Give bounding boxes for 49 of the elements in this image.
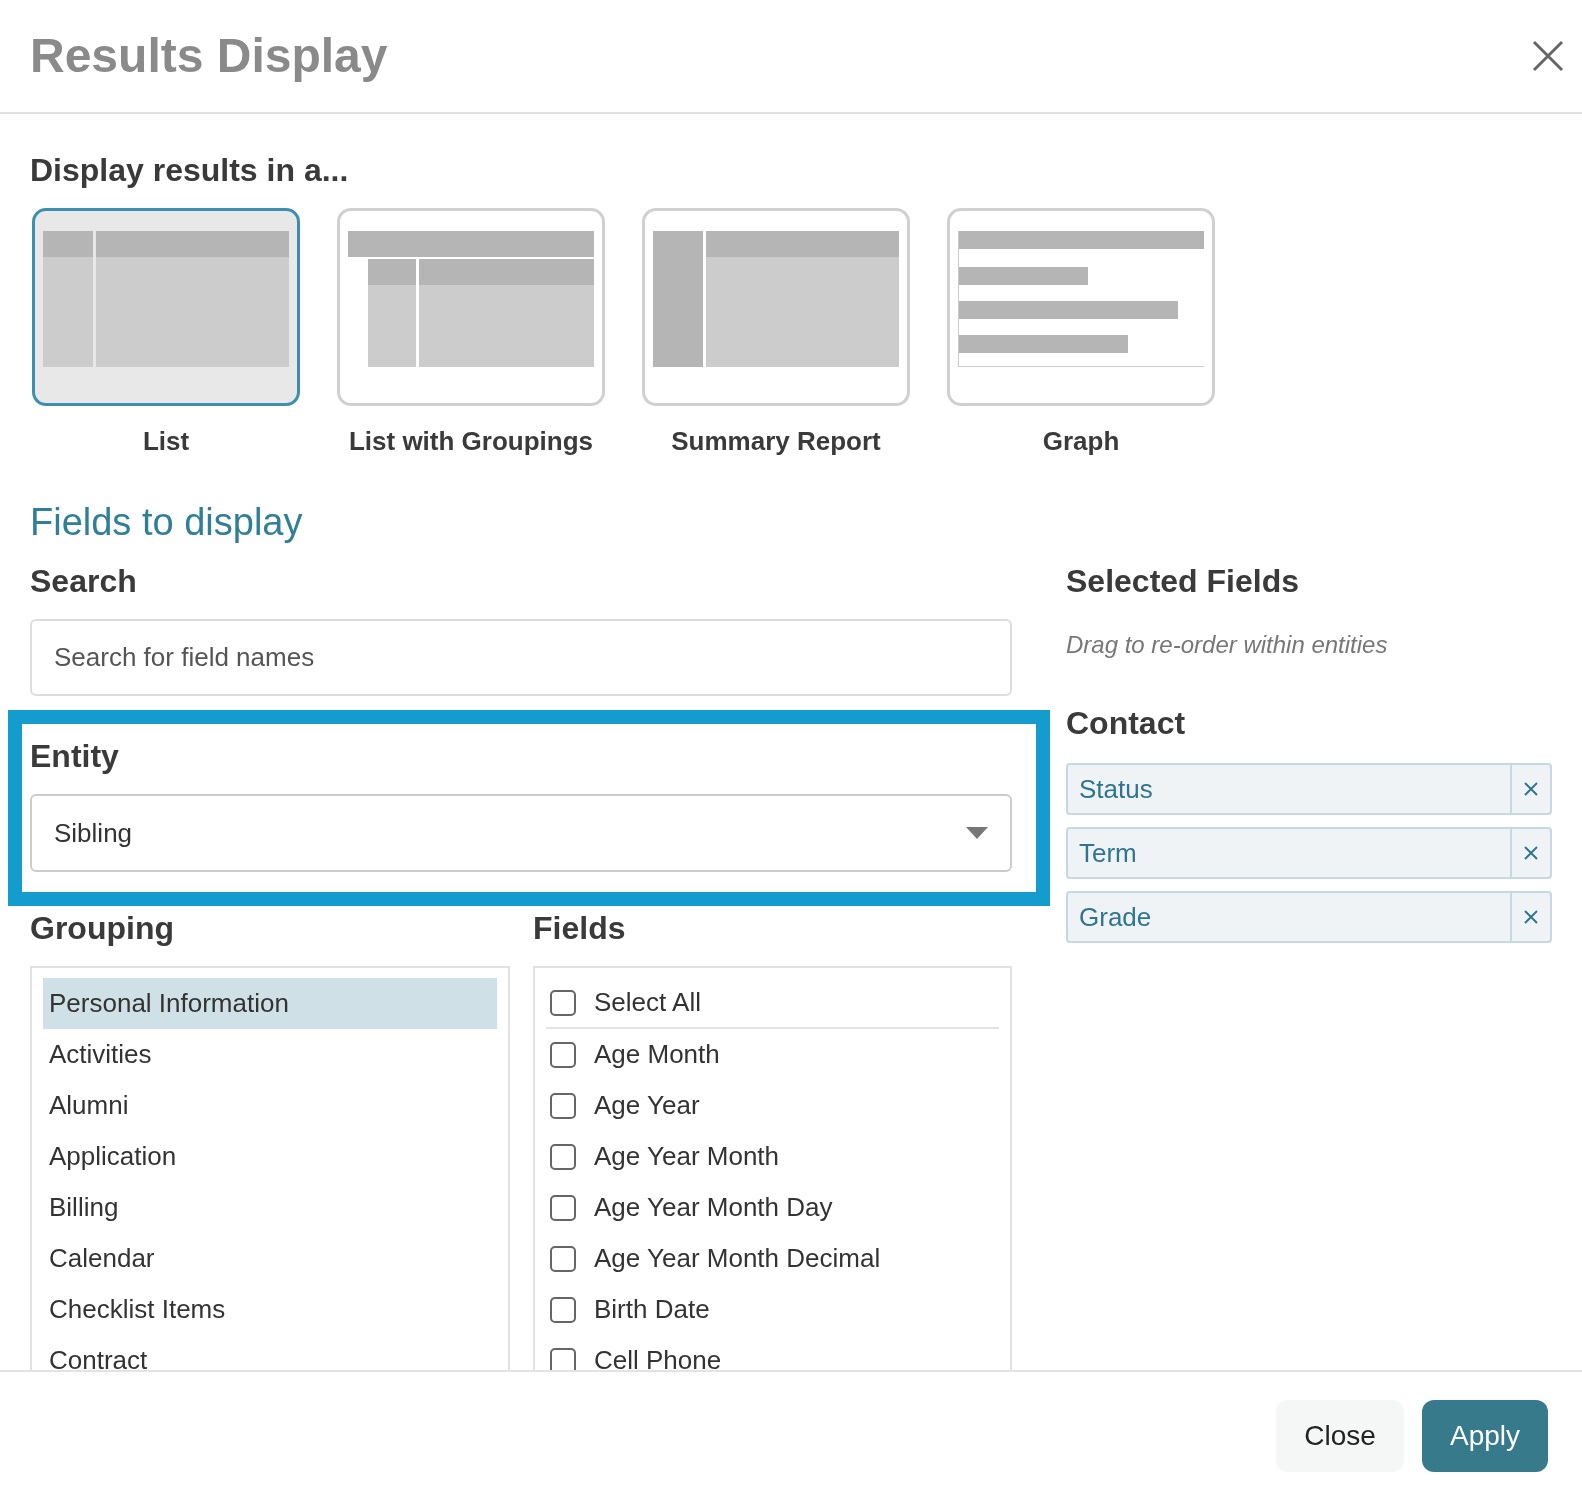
- selected-field-chip[interactable]: Term: [1066, 827, 1552, 879]
- chip-label: Status: [1078, 772, 1154, 806]
- section-heading: Fields to display: [30, 500, 304, 545]
- grouping-item[interactable]: Billing: [43, 1182, 497, 1233]
- layout-option[interactable]: List: [32, 208, 300, 461]
- checkbox-label: Cell Phone: [594, 1344, 722, 1370]
- dialog-title: Results Display: [30, 28, 388, 84]
- checkbox[interactable]: [550, 989, 576, 1016]
- entity-dropdown[interactable]: Sibling: [30, 794, 1012, 872]
- layout-option[interactable]: List with Groupings: [337, 208, 605, 461]
- grouping-item[interactable]: Alumni: [43, 1080, 497, 1131]
- grouping-item[interactable]: Application: [43, 1131, 497, 1182]
- checkbox[interactable]: [550, 1296, 576, 1323]
- close-button[interactable]: Close: [1276, 1400, 1404, 1472]
- field-label: Search: [30, 562, 138, 601]
- apply-button[interactable]: Apply: [1421, 1400, 1548, 1472]
- grouping-item[interactable]: Checklist Items: [43, 1284, 497, 1335]
- section-heading: Selected Fields: [1066, 562, 1300, 601]
- checkbox-label: Age Year Month: [594, 1140, 780, 1173]
- section-heading: Display results in a...: [30, 151, 350, 190]
- checkbox[interactable]: [550, 1041, 576, 1068]
- checkbox[interactable]: [550, 1347, 576, 1370]
- selected-field-chip[interactable]: Status: [1066, 763, 1552, 815]
- checkbox[interactable]: [550, 1092, 576, 1119]
- field-label: Entity: [30, 737, 120, 776]
- hint-text: Drag to re-order within entities: [1066, 630, 1389, 660]
- chip-label: Term: [1078, 836, 1138, 870]
- field-label: Grouping: [30, 909, 175, 948]
- chip-label: Grade: [1078, 900, 1153, 934]
- selected-field-chip[interactable]: Grade: [1066, 891, 1552, 943]
- checkbox-label: Age Year: [594, 1089, 700, 1122]
- search-field[interactable]: Search for field names: [30, 619, 1012, 696]
- checkbox-label: Birth Date: [594, 1293, 710, 1326]
- grouping-item[interactable]: Personal Information: [43, 978, 497, 1029]
- checkbox[interactable]: [550, 1245, 576, 1272]
- caret-icon: [966, 827, 988, 839]
- layout-option[interactable]: Graph: [947, 208, 1215, 461]
- layout-option[interactable]: Summary Report: [642, 208, 910, 461]
- checkbox[interactable]: [550, 1194, 576, 1221]
- grouping-item[interactable]: Activities: [43, 1029, 497, 1080]
- checkbox-label: Age Month: [594, 1038, 720, 1071]
- entity-heading: Contact: [1066, 704, 1187, 743]
- checkbox-label: Age Year Month Day: [594, 1191, 833, 1224]
- grouping-item[interactable]: Contract: [43, 1335, 497, 1370]
- checkbox-label: Age Year Month Decimal: [594, 1242, 881, 1275]
- checkbox[interactable]: [550, 1143, 576, 1170]
- checkbox-label: Select All: [594, 986, 701, 1019]
- grouping-item[interactable]: Calendar: [43, 1233, 497, 1284]
- field-label: Fields: [533, 909, 627, 948]
